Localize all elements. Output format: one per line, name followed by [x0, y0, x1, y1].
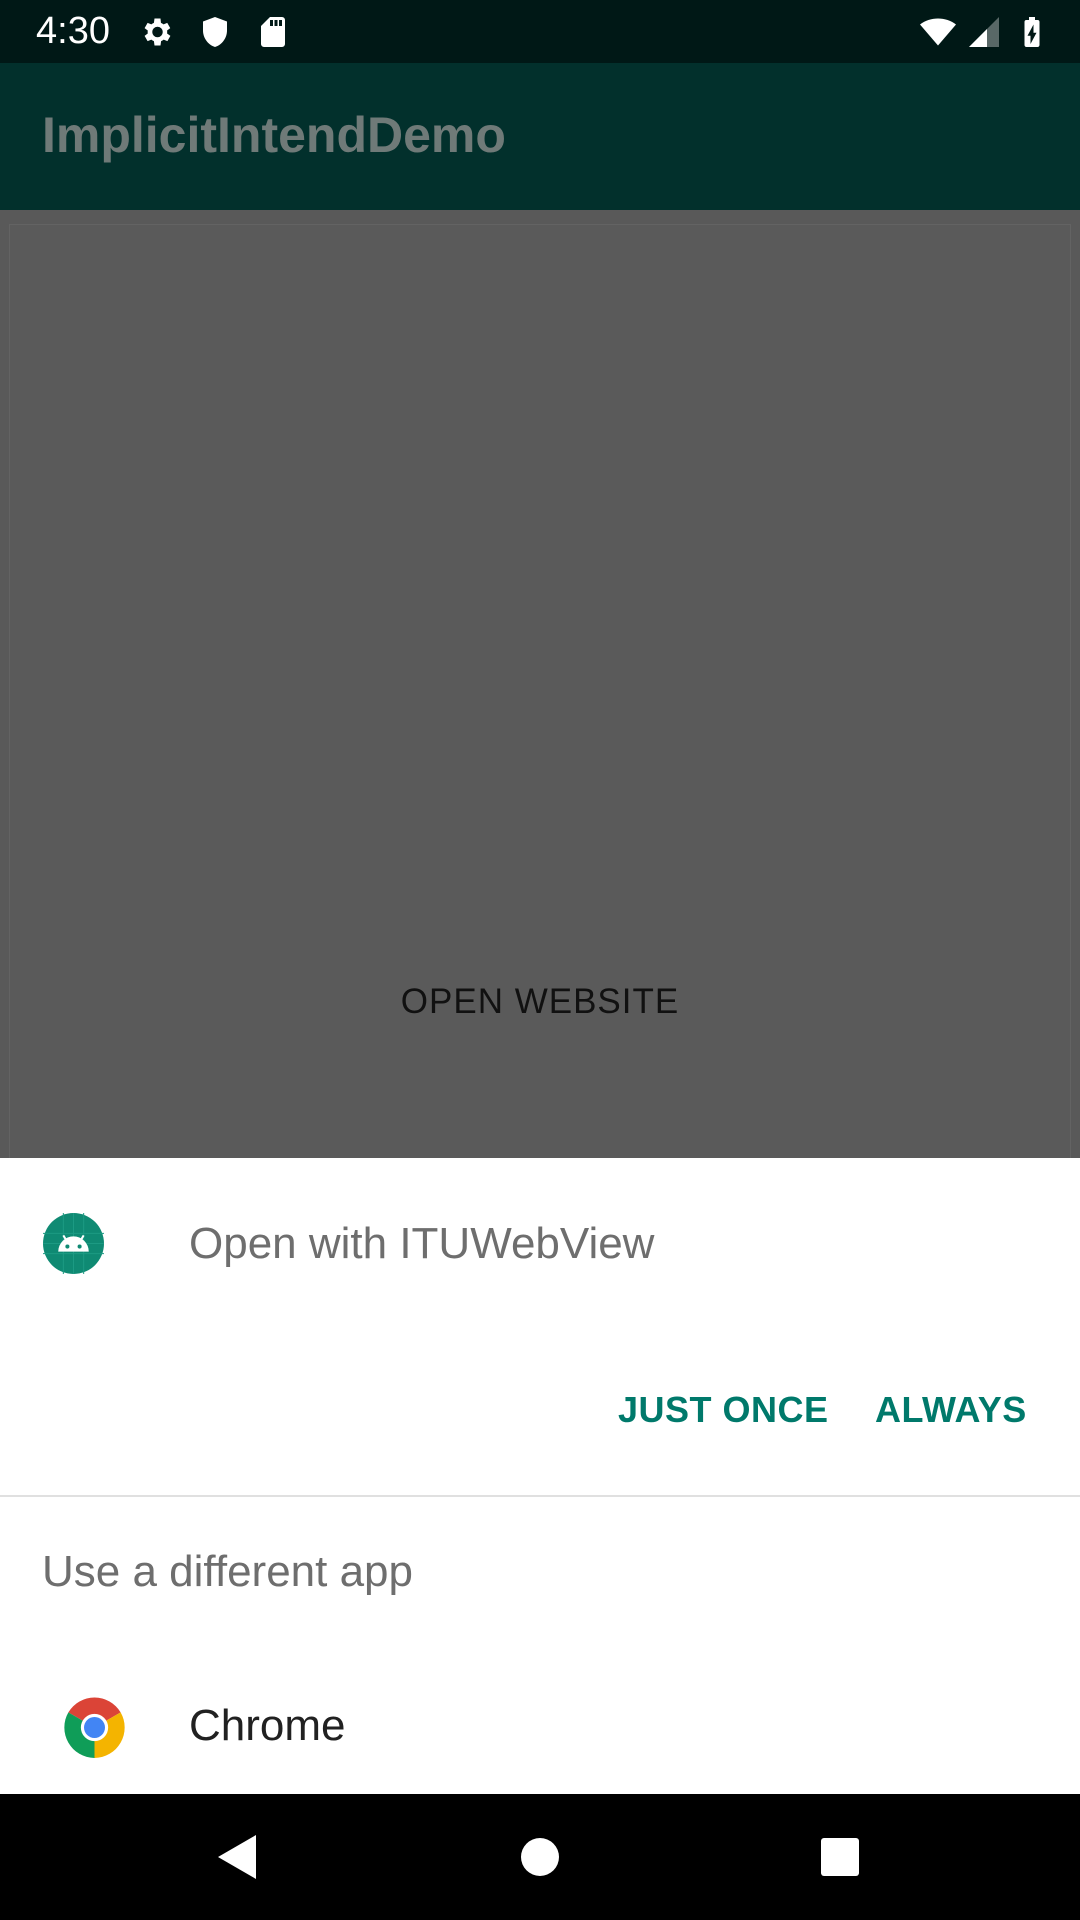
app-option-chrome[interactable]: Chrome	[0, 1668, 1080, 1794]
back-icon[interactable]	[210, 1827, 270, 1887]
chrome-icon	[64, 1697, 125, 1758]
app-title: ImplicitIntendDemo	[42, 107, 506, 163]
android-app-icon	[43, 1213, 104, 1274]
wifi-icon	[920, 18, 956, 46]
cell-signal-icon	[969, 17, 999, 47]
home-icon[interactable]	[510, 1827, 570, 1887]
app-chooser-sheet: Open with ITUWebView JUST ONCE ALWAYS Us…	[0, 1158, 1080, 1794]
use-different-app-heading: Use a different app	[42, 1547, 413, 1596]
status-time: 4:30	[36, 10, 110, 52]
sd-card-icon	[261, 17, 285, 47]
open-website-button[interactable]: OPEN WEBSITE	[0, 980, 1080, 1024]
recents-icon[interactable]	[810, 1827, 870, 1887]
always-button[interactable]: ALWAYS	[875, 1388, 1027, 1432]
divider	[0, 1495, 1080, 1497]
settings-icon	[144, 18, 171, 46]
app-option-label: Chrome	[189, 1701, 346, 1750]
content-card	[9, 224, 1071, 1174]
navigation-bar	[0, 1794, 1080, 1920]
app-bar: ImplicitIntendDemo	[0, 63, 1080, 210]
main-content: OPEN WEBSITE	[0, 210, 1080, 1174]
sheet-title: Open with ITUWebView	[189, 1219, 655, 1268]
battery-charging-icon	[1024, 17, 1040, 48]
status-bar: 4:30	[0, 0, 1080, 63]
shield-icon	[203, 17, 227, 47]
just-once-button[interactable]: JUST ONCE	[618, 1388, 829, 1432]
